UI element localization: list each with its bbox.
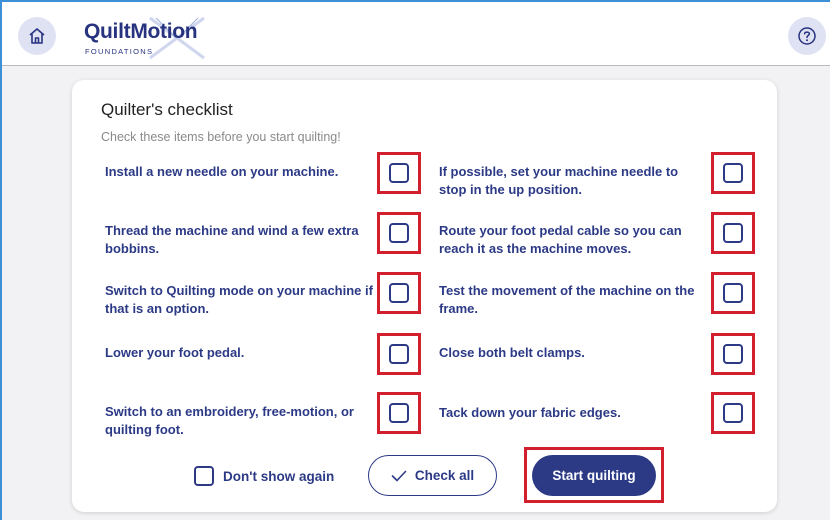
dont-show-checkbox[interactable] — [194, 466, 214, 486]
checkbox-box[interactable] — [723, 223, 743, 243]
checklist-item-checkbox[interactable] — [711, 333, 755, 375]
start-quilting-label: Start quilting — [552, 468, 636, 483]
checklist-item-label: If possible, set your machine needle to … — [439, 164, 679, 197]
checklist-item-label: Route your foot pedal cable so you can r… — [439, 223, 682, 256]
checklist-item-label: Lower your foot pedal. — [105, 345, 245, 360]
checklist-item-label: Tack down your fabric edges. — [439, 405, 621, 420]
checklist-item-label: Close both belt clamps. — [439, 345, 585, 360]
checkbox-box[interactable] — [723, 163, 743, 183]
checklist-item-label: Switch to an embroidery, free-motion, or… — [105, 404, 354, 437]
check-all-button[interactable]: Check all — [368, 455, 497, 496]
checklist-item-checkbox[interactable] — [711, 152, 755, 194]
checklist-title: Quilter's checklist — [101, 100, 233, 119]
help-button[interactable] — [788, 17, 826, 55]
checklist-item-checkbox[interactable] — [377, 212, 421, 254]
start-quilting-button[interactable]: Start quilting — [532, 455, 656, 496]
checklist-item-checkbox[interactable] — [377, 392, 421, 434]
logo-main-text: QuiltMotion — [84, 20, 198, 43]
dont-show-again-toggle[interactable]: Don't show again — [194, 466, 334, 486]
checklist-item-checkbox[interactable] — [711, 272, 755, 314]
dont-show-label: Don't show again — [223, 468, 335, 484]
checklist-item-label: Install a new needle on your machine. — [105, 164, 339, 179]
check-all-label: Check all — [414, 468, 475, 483]
home-icon — [29, 28, 45, 44]
checklist-item-checkbox[interactable] — [711, 212, 755, 254]
checklist-item-label: Test the movement of the machine on the … — [439, 283, 695, 316]
checkbox-box[interactable] — [389, 163, 409, 183]
checklist-item-label: Thread the machine and wind a few extra … — [105, 223, 359, 256]
quiltmotion-logo: QuiltMotion FOUNDATIONS — [84, 16, 205, 60]
checklist-item-checkbox[interactable] — [377, 152, 421, 194]
checkbox-box[interactable] — [723, 283, 743, 303]
checklist-item-checkbox[interactable] — [377, 272, 421, 314]
checkbox-box[interactable] — [389, 344, 409, 364]
top-header: QuiltMotion FOUNDATIONS — [2, 2, 830, 66]
checklist-item-label: Switch to Quilting mode on your machine … — [105, 283, 373, 316]
logo-sub-text: FOUNDATIONS — [85, 47, 154, 56]
home-button[interactable] — [18, 17, 56, 55]
checkbox-box[interactable] — [389, 283, 409, 303]
help-icon — [798, 27, 816, 45]
checkmark-icon — [391, 470, 407, 481]
checkbox-box[interactable] — [723, 403, 743, 423]
checklist-item-checkbox[interactable] — [377, 333, 421, 375]
checkbox-box[interactable] — [389, 403, 409, 423]
checkbox-box[interactable] — [389, 223, 409, 243]
checkbox-box[interactable] — [723, 344, 743, 364]
checklist-subtitle: Check these items before you start quilt… — [101, 130, 341, 144]
checklist-item-checkbox[interactable] — [711, 392, 755, 434]
